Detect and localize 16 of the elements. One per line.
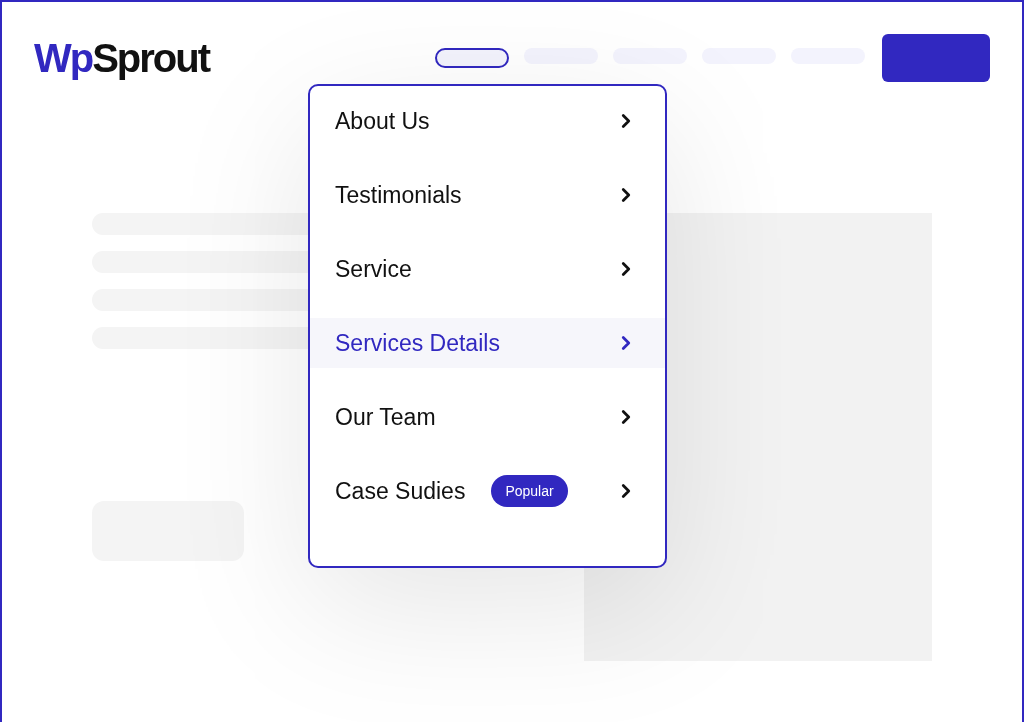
nav-placeholder[interactable]	[435, 48, 509, 68]
menu-item-label: Case Sudies	[335, 477, 466, 505]
menu-item[interactable]: Service	[310, 244, 665, 294]
menu-item[interactable]: Case Sudies Popular	[310, 466, 665, 516]
menu-item-label: Service	[335, 255, 412, 283]
logo: WpSprout	[34, 38, 210, 78]
menu-item-label: Services Details	[335, 329, 500, 357]
menu-item[interactable]: Services Details	[310, 318, 665, 368]
menu-item-label: About Us	[335, 107, 430, 135]
menu-item[interactable]: About Us	[310, 96, 665, 146]
menu-item[interactable]: Our Team	[310, 392, 665, 442]
menu-item-label: Our Team	[335, 403, 436, 431]
menu-item[interactable]: Testimonials	[310, 170, 665, 220]
cta-button[interactable]	[882, 34, 990, 82]
popular-badge: Popular	[491, 475, 568, 507]
menu-item-label: Testimonials	[335, 181, 462, 209]
